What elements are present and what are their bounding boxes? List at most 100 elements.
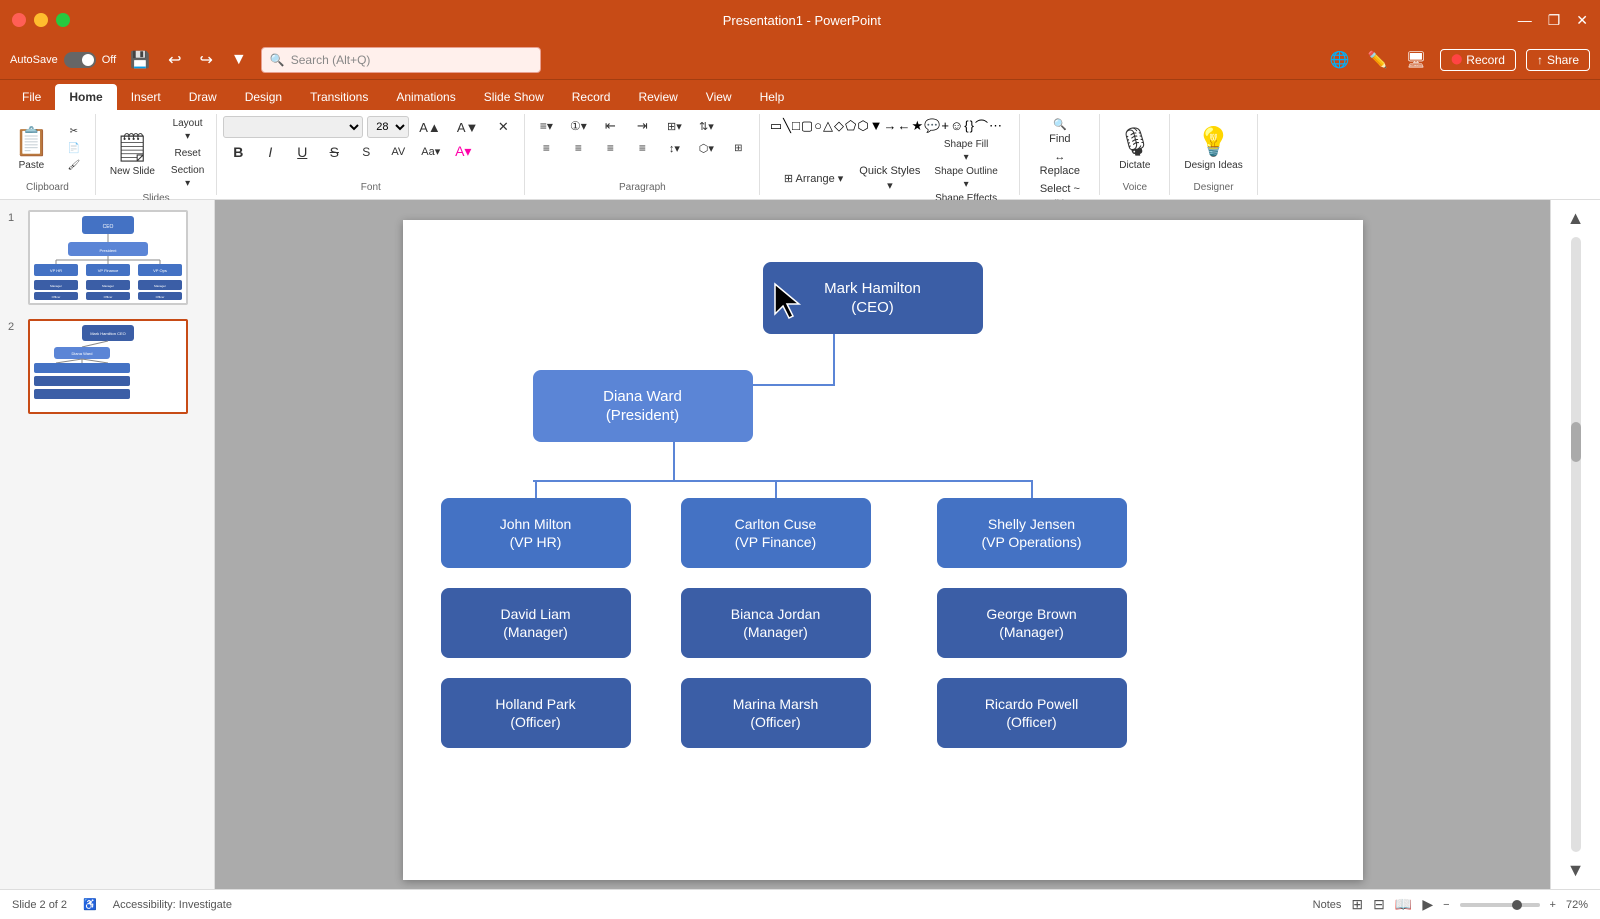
tab-insert[interactable]: Insert [117,84,175,110]
shape-diamond[interactable]: ◇ [834,118,844,134]
more-paragraph-button[interactable]: ⊞ [723,141,753,156]
tab-file[interactable]: File [8,84,55,110]
shape-pentagon[interactable]: ⬠ [845,118,856,134]
close-traffic-light[interactable] [12,13,26,27]
minimize-traffic-light[interactable] [34,13,48,27]
mgr1-box[interactable]: David Liam (Manager) [441,588,631,658]
slide-canvas[interactable]: Mark Hamilton (CEO) Diana Ward (Presiden… [403,220,1363,880]
copy-button[interactable]: 📄 [59,141,89,156]
normal-view-icon[interactable]: ⊞ [1351,896,1363,913]
shape-brace-left[interactable]: { [964,118,968,133]
align-left-button[interactable]: ≡ [531,139,561,157]
design-ideas-button[interactable]: 💡 Design Ideas [1176,121,1250,175]
bullets-button[interactable]: ≡▾ [531,117,561,135]
format-painter-button[interactable]: 🖌 [59,158,89,173]
shape-more[interactable]: ▼ [870,118,883,133]
shape-rect[interactable]: □ [792,118,800,133]
slide-sorter-icon[interactable]: ⊟ [1373,896,1385,913]
paste-button[interactable]: 📋 Paste [6,121,57,175]
shape-oval[interactable]: ○ [814,118,822,133]
justify-button[interactable]: ≡ [627,139,657,157]
quick-styles-button[interactable]: Quick Styles▾ [853,163,926,194]
cut-button[interactable]: ✂ [59,124,89,139]
strikethrough-button[interactable]: S [319,142,349,162]
slide-image-1[interactable]: CEO President VP HR VP Fina [28,210,188,305]
notes-button[interactable]: Notes [1313,899,1342,911]
replace-button[interactable]: ↔ Replace [1034,149,1086,179]
customize-icon[interactable]: ▼ [227,49,251,71]
shape-star[interactable]: ★ [912,118,924,134]
zoom-plus[interactable]: + [1550,899,1556,911]
pen-icon[interactable]: ✏️ [1364,48,1392,72]
autosave-toggle[interactable] [64,52,96,68]
save-icon[interactable]: 💾 [126,48,154,72]
shape-text-box[interactable]: ▭ [770,118,782,134]
shape-brace-right[interactable]: } [970,118,974,133]
shape-arrow-right[interactable]: → [884,118,897,133]
shape-fill-button[interactable]: Shape Fill▾ [930,138,1001,164]
tab-home[interactable]: Home [55,84,116,110]
shape-arrow-left[interactable]: ← [898,118,911,133]
tab-animations[interactable]: Animations [382,84,469,110]
select-button[interactable]: Select ~ [1034,181,1086,197]
font-color-button[interactable]: A▾ [448,141,478,162]
spacing-button[interactable]: AV [383,144,413,160]
undo-icon[interactable]: ↩ [164,48,185,72]
increase-font-button[interactable]: A▲ [413,118,447,137]
increase-indent-button[interactable]: ⇥ [627,116,657,136]
shape-callout[interactable]: 💬 [924,118,940,134]
convert-to-smartart-button[interactable]: ⬡▾ [691,140,721,157]
tab-review[interactable]: Review [624,84,691,110]
line-spacing-button[interactable]: ↕▾ [659,140,689,157]
layout-button[interactable]: Layout▾ [165,116,210,144]
globe-icon[interactable]: 🌐 [1326,48,1354,72]
tab-draw[interactable]: Draw [175,84,231,110]
bold-button[interactable]: B [223,142,253,162]
vp-hr-box[interactable]: John Milton (VP HR) [441,498,631,568]
vp-finance-box[interactable]: Carlton Cuse (VP Finance) [681,498,871,568]
shape-smiley[interactable]: ☺ [950,118,963,133]
tab-view[interactable]: View [692,84,746,110]
accessibility-label[interactable]: Accessibility: Investigate [113,899,232,911]
vp-ops-box[interactable]: Shelly Jensen (VP Operations) [937,498,1127,568]
restore-button[interactable]: ❐ [1548,12,1561,29]
tab-transitions[interactable]: Transitions [296,84,382,110]
decrease-indent-button[interactable]: ⇤ [595,116,625,136]
align-center-button[interactable]: ≡ [563,139,593,157]
mgr2-box[interactable]: Bianca Jordan (Manager) [681,588,871,658]
shape-tri[interactable]: △ [823,118,833,134]
find-button[interactable]: 🔍 Find [1043,116,1076,147]
slide-image-2[interactable]: Mark Hamilton CEO Diana Ward [28,319,188,414]
scroll-up-arrow[interactable]: ▲ [1567,208,1585,229]
shape-outline-button[interactable]: Shape Outline▾ [930,165,1001,191]
president-box[interactable]: Diana Ward (President) [533,370,753,442]
shape-equation[interactable]: + [941,118,949,133]
arrange-button[interactable]: ⊞ Arrange ▾ [778,170,849,187]
zoom-minus[interactable]: − [1443,899,1449,911]
tab-slideshow[interactable]: Slide Show [470,84,558,110]
minimize-button[interactable]: — [1518,12,1532,29]
shape-line[interactable]: ╲ [783,118,791,134]
close-button[interactable]: ✕ [1576,12,1588,29]
align-right-button[interactable]: ≡ [595,139,625,157]
shape-hex[interactable]: ⬡ [857,118,868,134]
search-bar[interactable]: 🔍 Search (Alt+Q) [261,47,541,73]
italic-button[interactable]: I [255,142,285,162]
tab-help[interactable]: Help [746,84,799,110]
decrease-font-button[interactable]: A▼ [451,118,485,137]
dictate-button[interactable]: 🎙 Dictate [1109,121,1161,175]
tab-design[interactable]: Design [231,84,296,110]
zoom-level[interactable]: 72% [1566,899,1588,911]
case-button[interactable]: Aa▾ [415,143,446,160]
underline-button[interactable]: U [287,142,317,162]
shape-rounded-rect[interactable]: ▢ [801,118,813,134]
record-button[interactable]: ⬤ Record [1440,49,1516,71]
numbering-button[interactable]: ①▾ [563,117,593,135]
mgr3-box[interactable]: George Brown (Manager) [937,588,1127,658]
section-button[interactable]: Section▾ [165,163,210,191]
officer1-box[interactable]: Holland Park (Officer) [441,678,631,748]
share-button[interactable]: ↑ Share [1526,49,1590,71]
clear-format-button[interactable]: ✕ [488,117,518,137]
font-size-select[interactable]: 28 [367,116,409,138]
reset-button[interactable]: Reset [165,146,210,161]
